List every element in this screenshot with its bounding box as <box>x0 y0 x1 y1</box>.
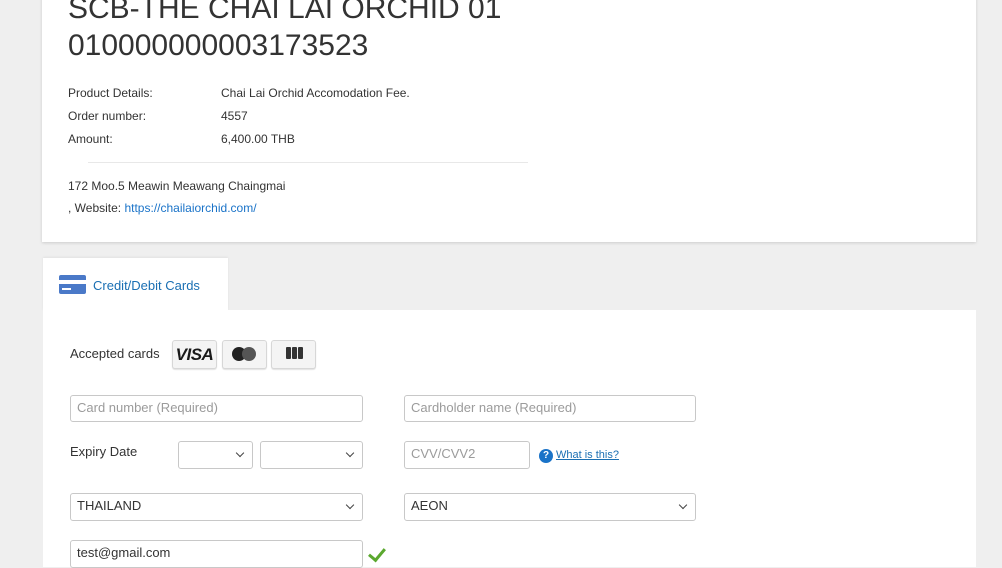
merchant-name: SCB-THE CHAI LAI ORCHID 01 <box>68 0 502 25</box>
mastercard-logo-icon <box>222 340 267 369</box>
accepted-cards-label: Accepted cards <box>70 346 160 361</box>
country-select[interactable]: THAILAND <box>70 493 363 521</box>
card-number-input[interactable]: Card number (Required) <box>70 395 363 422</box>
bank-select[interactable]: AEON <box>404 493 696 521</box>
tab-credit-debit-cards[interactable]: Credit/Debit Cards <box>43 258 228 311</box>
product-details-value: Chai Lai Orchid Accomodation Fee. <box>221 86 410 100</box>
merchant-id: 010000000003173523 <box>68 29 369 62</box>
expiry-date-label: Expiry Date <box>70 444 138 459</box>
website-link[interactable]: https://chailaiorchid.com/ <box>124 201 256 215</box>
amount-value: 6,400.00 THB <box>221 132 295 146</box>
visa-logo-icon: VISA <box>172 340 217 369</box>
expiry-year-select[interactable] <box>260 441 363 469</box>
merchant-address: 172 Moo.5 Meawin Meawang Chaingmai <box>68 179 286 193</box>
merchant-website-line: , Website: https://chailaiorchid.com/ <box>68 200 257 216</box>
product-details-label: Product Details: <box>68 86 153 100</box>
help-icon[interactable]: ? <box>539 449 553 463</box>
credit-card-icon <box>59 275 86 294</box>
expiry-month-select[interactable] <box>178 441 253 469</box>
tab-credit-debit-cards-label: Credit/Debit Cards <box>93 278 200 293</box>
website-prefix: , Website: <box>68 201 125 215</box>
details-divider <box>88 162 528 163</box>
cardholder-name-input[interactable]: Cardholder name (Required) <box>404 395 696 422</box>
order-number-value: 4557 <box>221 109 248 123</box>
cvv-help-link[interactable]: What is this? <box>556 449 619 461</box>
jcb-logo-icon <box>271 340 316 369</box>
order-number-label: Order number: <box>68 109 147 123</box>
email-input[interactable]: test@gmail.com <box>70 540 363 568</box>
cvv-input[interactable]: CVV/CVV2 <box>404 441 530 469</box>
amount-label: Amount: <box>68 132 113 146</box>
